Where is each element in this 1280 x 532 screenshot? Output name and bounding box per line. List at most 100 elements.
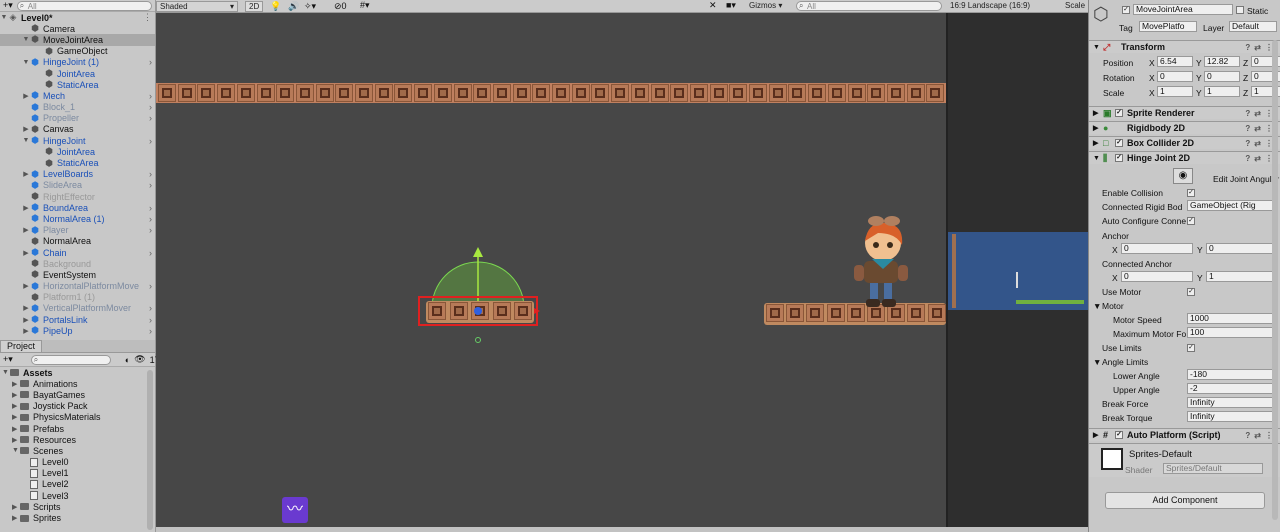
hierarchy-item[interactable]: ▶ ⬢ PipeUp › — [0, 325, 155, 336]
effects-icon[interactable]: ✧▾ — [304, 1, 316, 12]
hierarchy-item[interactable]: ▶ ⬢ BoundArea › — [0, 202, 155, 213]
collapse-arrow-icon[interactable]: ▶ — [22, 282, 30, 290]
lower-angle-field[interactable]: -180 — [1187, 369, 1277, 380]
hierarchy-search-input[interactable]: All — [16, 0, 152, 11]
light-icon[interactable]: 💡 — [270, 1, 281, 12]
collapse-arrow-icon[interactable]: ▶ — [22, 125, 30, 133]
collapse-arrow-icon[interactable]: ▶ — [12, 413, 20, 421]
edit-angular-limits-button[interactable]: ◉ — [1173, 168, 1193, 184]
collapse-arrow-icon[interactable]: ▶ — [12, 391, 20, 399]
project-item[interactable]: Level0 — [0, 457, 155, 468]
scale-slider-label[interactable]: Scale — [1062, 1, 1088, 12]
collapse-arrow-icon[interactable]: ▶ — [1093, 124, 1103, 132]
project-item[interactable]: Level1 — [0, 468, 155, 479]
collapse-arrow-icon[interactable]: ▶ — [22, 249, 30, 257]
position-y-field[interactable]: 12.82 — [1204, 56, 1240, 67]
eye-icon[interactable]: 👁 — [134, 354, 145, 365]
2d-toggle[interactable]: 2D — [245, 1, 264, 12]
y-axis-arrow-icon[interactable] — [473, 247, 483, 257]
hierarchy-item[interactable]: ⬢ StaticArea — [0, 79, 155, 90]
expand-arrow-icon[interactable]: ▼ — [2, 369, 10, 376]
expand-arrow-icon[interactable]: ▼ — [22, 59, 30, 66]
collapse-arrow-icon[interactable]: ▶ — [12, 425, 20, 433]
chevron-right-icon[interactable]: › — [149, 136, 152, 146]
component-enabled-checkbox[interactable]: ✓ — [1115, 139, 1123, 147]
break-torque-field[interactable]: Infinity — [1187, 411, 1277, 422]
transform-header[interactable]: ▼ ⤢ Transform ?⇄⋮ — [1089, 40, 1280, 53]
use-limits-checkbox[interactable]: ✓ — [1187, 344, 1195, 352]
hierarchy-item[interactable]: ⬢ JointArea — [0, 68, 155, 79]
hierarchy-item[interactable]: ▼ ⬢ HingeJoint › — [0, 135, 155, 146]
hierarchy-item[interactable]: ▶ ⬢ Chain › — [0, 247, 155, 258]
hierarchy-item[interactable]: ▶ ⬢ PortalsLink › — [0, 314, 155, 325]
collapse-arrow-icon[interactable]: ▶ — [22, 316, 30, 324]
chevron-right-icon[interactable]: › — [149, 91, 152, 101]
scale-x-field[interactable]: 1 — [1157, 86, 1193, 97]
camera-icon[interactable]: ■▾ — [726, 0, 736, 11]
rotation-y-field[interactable]: 0 — [1204, 71, 1240, 82]
audio-icon[interactable]: 🔊 — [288, 1, 299, 12]
chevron-right-icon[interactable]: › — [149, 113, 152, 123]
component-enabled-checkbox[interactable]: ✓ — [1115, 154, 1123, 162]
collapse-arrow-icon[interactable]: ▶ — [22, 327, 30, 335]
top-platform[interactable] — [156, 83, 946, 103]
aspect-dropdown[interactable]: 16:9 Landscape (16:9) — [947, 1, 1063, 12]
collapse-arrow-icon[interactable]: ▶ — [1093, 109, 1103, 117]
project-item[interactable]: ▶ Resources — [0, 434, 155, 445]
component-enabled-checkbox[interactable]: ✓ — [1115, 109, 1123, 117]
hidden-objects-icon[interactable]: ⊘0 — [334, 1, 347, 12]
project-item[interactable]: ▶ Joystick Pack — [0, 401, 155, 412]
kebab-menu-icon[interactable]: ⋮ — [143, 12, 152, 23]
auto-configure-checkbox[interactable]: ✓ — [1187, 217, 1195, 225]
playmaker-icon[interactable]: 〰 — [282, 497, 308, 523]
expand-arrow-icon[interactable]: ▼ — [1093, 155, 1103, 162]
scale-y-field[interactable]: 1 — [1204, 86, 1240, 97]
hierarchy-item[interactable]: ⬢ RightEffector — [0, 191, 155, 202]
upper-angle-field[interactable]: -2 — [1187, 383, 1277, 394]
collapse-arrow-icon[interactable]: ▶ — [12, 380, 20, 388]
hierarchy-item[interactable]: ⬢ NormalArea (1) › — [0, 213, 155, 224]
tab-project[interactable]: Project — [0, 340, 43, 352]
hierarchy-item[interactable]: ⬢ GameObject — [0, 46, 155, 57]
collapse-arrow-icon[interactable]: ▶ — [22, 304, 30, 312]
hierarchy-item[interactable]: ⬢ Background — [0, 258, 155, 269]
chevron-right-icon[interactable]: › — [149, 102, 152, 112]
hierarchy-item[interactable]: ▶ ⬢ Canvas — [0, 124, 155, 135]
hierarchy-item[interactable]: ▶ ⬢ Player › — [0, 225, 155, 236]
active-checkbox[interactable]: ✓ — [1122, 6, 1130, 14]
hierarchy-item[interactable]: ⬢ Camera — [0, 23, 155, 34]
hierarchy-item[interactable]: ⬢ SlideArea › — [0, 180, 155, 191]
tools-icon[interactable]: ✕ — [709, 0, 717, 11]
collapse-arrow-icon[interactable]: ▶ — [22, 170, 30, 178]
layer-dropdown[interactable]: Default — [1229, 21, 1277, 32]
hierarchy-item[interactable]: ⬢ Propeller › — [0, 113, 155, 124]
project-item[interactable]: Level2 — [0, 479, 155, 490]
static-checkbox[interactable] — [1236, 6, 1244, 14]
connected-anchor-x-field[interactable]: 0 — [1121, 271, 1193, 282]
inspector-scrollbar[interactable] — [1272, 40, 1278, 520]
expand-arrow-icon[interactable]: ▼ — [22, 36, 30, 43]
rotation-x-field[interactable]: 0 — [1157, 71, 1193, 82]
collapse-arrow-icon[interactable]: ▶ — [12, 503, 20, 511]
project-scrollbar[interactable] — [147, 370, 153, 530]
hierarchy-item[interactable]: ⬢ Block_1 › — [0, 102, 155, 113]
scene-view[interactable]: 〰 — [156, 13, 946, 527]
add-icon[interactable]: +▾ — [3, 0, 13, 11]
component-header[interactable]: ▼ ⫼ ✓ Hinge Joint 2D ?⇄⋮ — [1089, 151, 1280, 164]
chevron-right-icon[interactable]: › — [149, 303, 152, 313]
hierarchy-item[interactable]: ⬢ StaticArea — [0, 157, 155, 168]
position-x-field[interactable]: 6.54 — [1157, 56, 1193, 67]
hierarchy-item[interactable]: ⬢ JointArea — [0, 146, 155, 157]
project-item[interactable]: ▼ Scenes — [0, 445, 155, 456]
filter-icon[interactable]: ◐ — [125, 355, 130, 365]
chevron-right-icon[interactable]: › — [149, 203, 152, 213]
chevron-right-icon[interactable]: › — [149, 248, 152, 258]
max-motor-force-field[interactable]: 100 — [1187, 327, 1277, 338]
collapse-arrow-icon[interactable]: ▼ — [0, 14, 8, 21]
motor-speed-field[interactable]: 1000 — [1187, 313, 1277, 324]
collapse-arrow-icon[interactable]: ▶ — [22, 226, 30, 234]
hierarchy-item[interactable]: ▼ ⬢ HingeJoint (1) › — [0, 57, 155, 68]
project-item[interactable]: ▶ BayatGames — [0, 389, 155, 400]
connected-anchor-icon[interactable] — [475, 337, 481, 343]
chevron-right-icon[interactable]: › — [149, 57, 152, 67]
